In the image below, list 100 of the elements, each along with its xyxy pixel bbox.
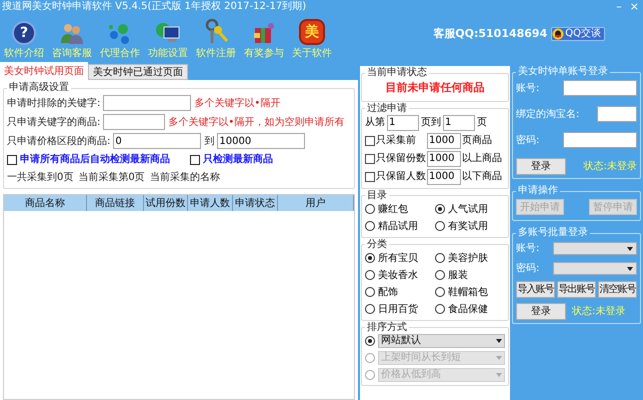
- checkbox[interactable]: [365, 136, 375, 146]
- page-from-field[interactable]: 1: [387, 114, 419, 130]
- dropdown-value: 网站默认: [381, 334, 421, 348]
- radio-label: 食品保健: [448, 302, 488, 316]
- caret-icon: [496, 356, 502, 360]
- field-label: 只申请价格区段的商品:: [7, 134, 110, 148]
- radio-button[interactable]: [365, 270, 375, 280]
- people-icon: [60, 21, 84, 45]
- dropdown-value: 价格从低到高: [381, 368, 441, 382]
- radio-label: 日用百货: [378, 302, 418, 316]
- login-field[interactable]: [597, 106, 637, 122]
- checkbox-label: 只检测最新商品: [203, 152, 273, 167]
- group-title: 美女时钟单账号登录: [517, 66, 609, 78]
- group-title: 排序方式: [366, 322, 408, 334]
- number-field[interactable]: 1000: [427, 150, 461, 166]
- radio-button[interactable]: [435, 221, 445, 231]
- field-label: 页到: [421, 116, 441, 130]
- help-icon: ?: [12, 21, 36, 45]
- caret-icon: [627, 246, 633, 250]
- radio-button[interactable]: [365, 287, 375, 297]
- account-button[interactable]: 导入账号: [516, 281, 555, 298]
- column-header[interactable]: 申请状态: [232, 195, 278, 211]
- status-message: 目前未申请任何商品: [384, 80, 486, 96]
- checkbox-label: 只保留份数: [376, 152, 426, 166]
- sort-dropdown[interactable]: 网站默认: [378, 334, 505, 348]
- login-field[interactable]: [563, 132, 637, 148]
- radio-button[interactable]: [365, 204, 375, 214]
- group-title: 多账号批量登录: [517, 227, 589, 239]
- field-label: 到: [204, 134, 214, 148]
- checkbox[interactable]: [365, 172, 375, 182]
- group-title: 过滤申请: [366, 102, 408, 114]
- toolbar-button[interactable]: ? 软件介绍: [0, 21, 48, 60]
- radio-label: 服装: [448, 268, 468, 282]
- checkbox[interactable]: [190, 154, 200, 164]
- checkbox-label: 申请所有商品后自动检测最新商品: [20, 152, 170, 167]
- field-label: 密码:: [516, 134, 540, 148]
- column-header[interactable]: 试用份数: [144, 195, 188, 211]
- field-label: 绑定的淘宝名:: [516, 108, 580, 122]
- penguin-icon: [552, 28, 564, 40]
- dropdown-value: 上架时间从长到短: [381, 350, 461, 365]
- keys-icon: [204, 19, 228, 45]
- badge-icon: 美: [299, 19, 325, 45]
- hint-text: 多个关键字以•隔开，如为空则申请所有: [168, 116, 344, 130]
- radio-label: 有奖试用: [448, 220, 488, 234]
- caret-icon: [496, 372, 502, 376]
- number-field[interactable]: 1000: [427, 168, 461, 184]
- field-label: 账号:: [516, 242, 540, 256]
- login-field[interactable]: [563, 80, 637, 96]
- checkbox[interactable]: [365, 154, 375, 164]
- field-label: 页: [477, 116, 487, 130]
- page-to-field[interactable]: 1: [443, 114, 475, 130]
- column-header[interactable]: 申请人数: [188, 195, 233, 211]
- column-header[interactable]: 用户: [278, 195, 354, 211]
- group-title: 目录: [366, 190, 388, 202]
- radio-label: 美妆香水: [378, 268, 418, 282]
- radio-label: 鞋帽箱包: [448, 286, 488, 300]
- window-title: 搜道网美女时钟申请软件 V5.4.5(正式版 1年授权 2017-12-17到期): [2, 0, 306, 14]
- price-from-field[interactable]: 0: [113, 133, 202, 149]
- monitor-icon: [155, 21, 181, 45]
- progress-text: 当前采集第0页: [78, 170, 145, 185]
- radio-button[interactable]: [435, 304, 445, 314]
- radio-label: 配饰: [378, 286, 398, 300]
- price-to-field[interactable]: 10000: [217, 133, 306, 149]
- login-status: 状态:未登录: [572, 304, 626, 319]
- qq-chat-button[interactable]: QQ交谈: [551, 26, 605, 41]
- login-button[interactable]: 登录: [516, 158, 566, 175]
- field-label: 账号:: [516, 82, 540, 96]
- keyword-field[interactable]: [103, 95, 192, 111]
- caret-icon: [496, 338, 502, 342]
- radio-button[interactable]: [435, 270, 445, 280]
- radio-button[interactable]: [365, 336, 375, 346]
- radio-button[interactable]: [435, 204, 445, 214]
- tab[interactable]: 美女时钟已通过页面: [88, 64, 188, 80]
- radio-label: 赚红包: [378, 202, 408, 216]
- radio-button[interactable]: [365, 304, 375, 314]
- radio-label: 精品试用: [378, 220, 418, 234]
- column-header[interactable]: 商品链接: [87, 195, 144, 211]
- account-button[interactable]: 清空账号: [598, 281, 637, 298]
- checkbox-label: 只保留人数: [376, 170, 426, 184]
- account-button[interactable]: 导出账号: [557, 281, 596, 298]
- field-label: 以下商品: [462, 170, 502, 184]
- tab[interactable]: 美女时钟试用页面: [0, 62, 88, 80]
- group-title: 分类: [366, 238, 388, 250]
- checkbox[interactable]: [7, 154, 17, 164]
- field-label: 以上商品: [462, 152, 502, 166]
- molecule-icon: [108, 21, 132, 45]
- progress-text: 当前采集的名称: [150, 170, 220, 185]
- radio-button[interactable]: [435, 253, 445, 263]
- keyword-field[interactable]: [103, 114, 166, 130]
- radio-button[interactable]: [365, 253, 375, 263]
- hint-text: 多个关键字以•隔开: [194, 96, 280, 110]
- group-title: 当前申请状态: [366, 67, 428, 79]
- support-qq-text: 客服QQ:510148694: [433, 26, 548, 42]
- radio-button[interactable]: [365, 221, 375, 231]
- field-label: 页商品: [462, 134, 492, 148]
- number-field[interactable]: 1000: [427, 132, 461, 148]
- radio-button[interactable]: [435, 287, 445, 297]
- login-button[interactable]: 登录: [516, 303, 566, 320]
- gift-icon: [252, 21, 276, 45]
- column-header[interactable]: 商品名称: [4, 195, 88, 211]
